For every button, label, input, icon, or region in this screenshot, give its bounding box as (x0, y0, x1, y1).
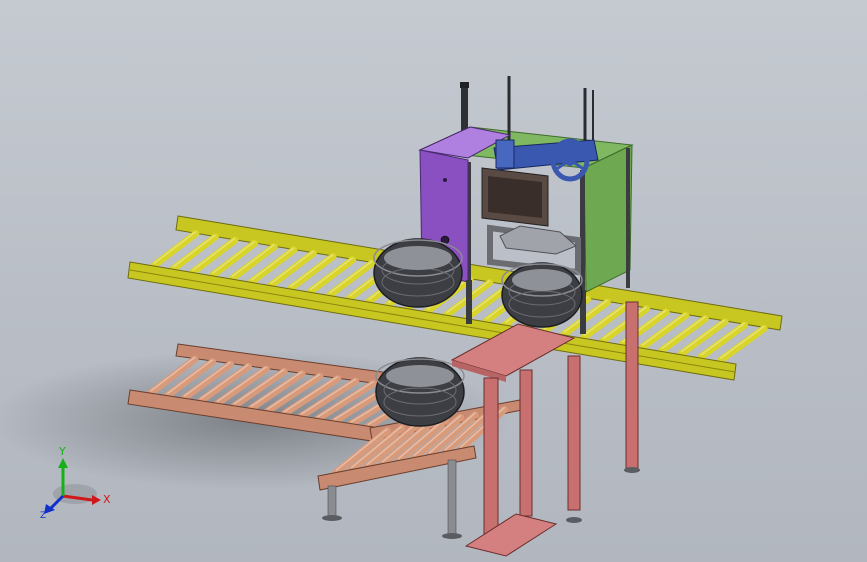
lift-cylinder (567, 355, 581, 511)
cabinet-lamp-icon (443, 178, 447, 182)
yellow-roller (716, 324, 768, 364)
yellow-roller (306, 256, 357, 296)
stand-base-plate (464, 513, 558, 557)
triad-z-label: Z (40, 511, 46, 521)
triad-y-label: Y (58, 445, 66, 458)
yellow-roller (697, 321, 749, 361)
yellow-roller (677, 318, 729, 358)
wheel-rim-3[interactable] (375, 357, 465, 427)
yellow-roller (658, 315, 709, 355)
conveyor-leg (625, 301, 639, 469)
wheel-rim-2[interactable] (501, 262, 583, 328)
yellow-roller (287, 253, 337, 292)
frame-post-back-right (626, 148, 630, 288)
wheel-rim-1[interactable] (373, 238, 463, 308)
stand-post-right (519, 369, 533, 517)
yellow-roller (580, 302, 631, 341)
hmi-screen[interactable] (488, 176, 542, 218)
machine-right-panel (583, 144, 633, 293)
yellow-roller (638, 311, 690, 351)
assembly-scene: X Y Z (0, 76, 783, 557)
stand-post-left (483, 377, 499, 547)
triad-x-label: X (103, 493, 111, 506)
cad-viewport[interactable]: X Y Z (0, 0, 867, 562)
yellow-roller (599, 305, 651, 345)
yellow-roller (326, 259, 376, 299)
